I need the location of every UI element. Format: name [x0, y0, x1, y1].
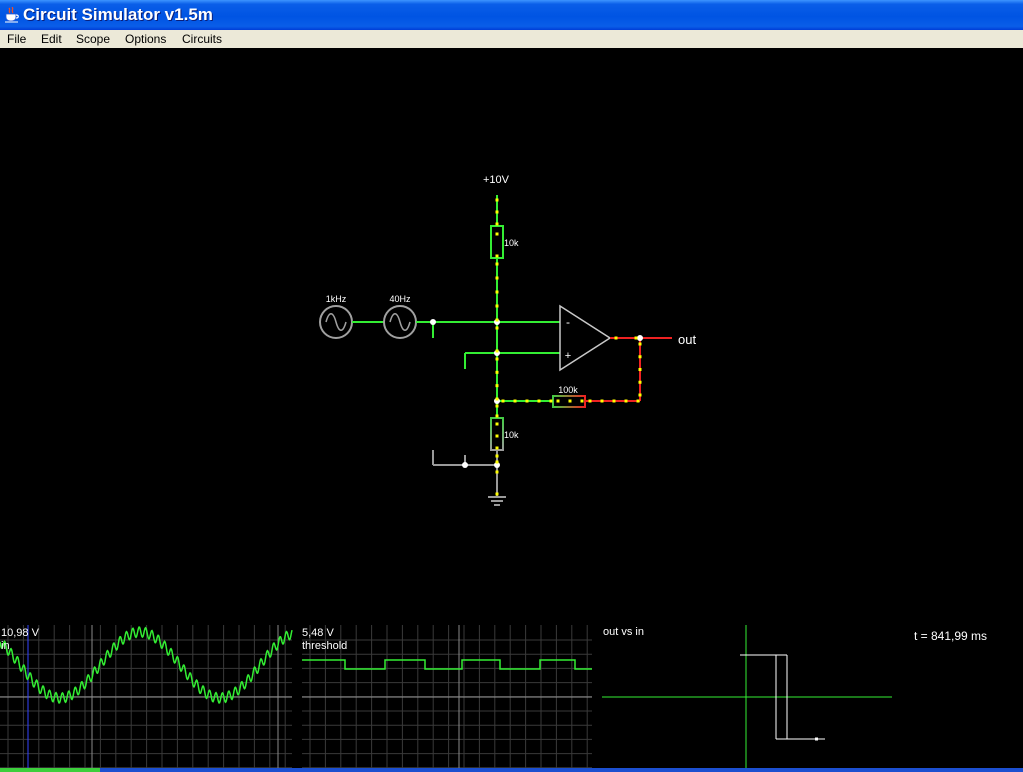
ac-source-1khz[interactable]	[319, 305, 353, 339]
current-dot	[495, 370, 499, 374]
current-dot	[495, 254, 499, 258]
current-dot	[495, 492, 499, 496]
scope-xy[interactable]: out vs in	[602, 625, 892, 768]
resistor-bottom-label: 10k	[504, 430, 519, 440]
current-dot	[495, 290, 499, 294]
scope-in[interactable]: 10,98 V in	[0, 625, 293, 768]
current-dot	[495, 397, 499, 401]
sine-icon	[389, 313, 411, 331]
circuit-simulator-window: Circuit Simulator v1.5m File Edit Scope …	[0, 0, 1023, 772]
current-dot	[525, 399, 529, 403]
current-dot	[495, 357, 499, 361]
current-dot	[495, 210, 499, 214]
current-dot	[556, 399, 560, 403]
ground-icon[interactable]	[488, 496, 506, 506]
circuit-canvas[interactable]: +10V 10k 1kHz 40Hz - + out 100k 10k 10,9…	[0, 48, 1023, 768]
current-dot	[636, 399, 640, 403]
current-dot	[614, 336, 618, 340]
current-dot	[495, 460, 499, 464]
current-dot	[549, 399, 553, 403]
current-dot	[513, 399, 517, 403]
scope-in-value: 10,98 V	[1, 627, 40, 639]
current-dot	[495, 276, 499, 280]
current-dot	[495, 326, 499, 330]
current-dot	[634, 336, 638, 340]
current-dot	[638, 380, 642, 384]
current-dot	[495, 318, 499, 322]
current-dot	[638, 393, 642, 397]
current-dot	[495, 454, 499, 458]
current-dot	[495, 470, 499, 474]
scope-threshold-name: threshold	[302, 640, 347, 652]
opamp-plus-sign: +	[565, 350, 571, 362]
current-dot	[501, 399, 505, 403]
opamp-minus-sign: -	[566, 315, 570, 329]
sine-icon	[325, 313, 347, 331]
current-dot	[495, 414, 499, 418]
current-dot	[537, 399, 541, 403]
current-dot	[495, 304, 499, 308]
current-dot	[495, 232, 499, 236]
scope-trace-threshold	[302, 659, 592, 670]
current-dot	[600, 399, 604, 403]
menu-circuits[interactable]: Circuits	[182, 31, 222, 47]
output-label: out	[678, 332, 696, 347]
menu-options[interactable]: Options	[125, 31, 166, 47]
window-title: Circuit Simulator v1.5m	[23, 5, 213, 24]
current-dot	[495, 349, 499, 353]
current-dot	[495, 434, 499, 438]
menu-scope[interactable]: Scope	[76, 31, 110, 47]
resistor-top-label: 10k	[504, 238, 519, 248]
junction-dot	[430, 319, 436, 325]
current-dot	[568, 399, 572, 403]
circuit-drawing[interactable]: +10V 10k 1kHz 40Hz - + out 100k 10k 10,9…	[0, 48, 1023, 768]
source-1khz-label: 1kHz	[326, 294, 347, 304]
menu-bar: File Edit Scope Options Circuits	[0, 30, 1023, 48]
current-dot	[612, 399, 616, 403]
junctions	[430, 319, 643, 468]
scope-in-name: in	[1, 640, 10, 652]
current-dot	[638, 342, 642, 346]
time-readout: t = 841,99 ms	[914, 629, 987, 643]
resistor-top[interactable]	[490, 225, 504, 259]
supply-label: +10V	[483, 174, 510, 186]
current-dot	[588, 399, 592, 403]
current-dot	[495, 222, 499, 226]
menu-file[interactable]: File	[7, 31, 26, 47]
current-dot	[638, 355, 642, 359]
scope-trace-in	[0, 626, 293, 704]
current-dot	[495, 446, 499, 450]
current-dot	[495, 262, 499, 266]
current-dot	[624, 399, 628, 403]
current-dot	[495, 422, 499, 426]
current-dot	[638, 368, 642, 371]
xy-current-point	[815, 737, 818, 741]
title-bar[interactable]: Circuit Simulator v1.5m	[0, 0, 1023, 30]
current-dot	[580, 399, 584, 403]
scope-xy-name: out vs in	[603, 626, 644, 638]
scope-threshold[interactable]: 5,48 V threshold	[302, 625, 592, 768]
junction-dot	[637, 335, 643, 341]
resistor-feedback-label: 100k	[558, 385, 578, 395]
junction-dot	[462, 462, 468, 468]
current-dot	[495, 404, 499, 408]
source-40hz-label: 40Hz	[389, 294, 411, 304]
scope-threshold-value: 5,48 V	[302, 627, 334, 639]
current-dot	[495, 198, 499, 202]
menu-edit[interactable]: Edit	[41, 31, 62, 47]
circuit[interactable]: +10V 10k 1kHz 40Hz - + out 100k 10k	[319, 174, 696, 506]
opamp[interactable]: - +	[559, 304, 612, 372]
current-dot	[495, 384, 499, 388]
progress-segment	[0, 768, 100, 772]
bottom-strip	[0, 768, 1023, 772]
java-cup-icon[interactable]	[4, 6, 20, 23]
ac-source-40hz[interactable]	[383, 305, 417, 339]
